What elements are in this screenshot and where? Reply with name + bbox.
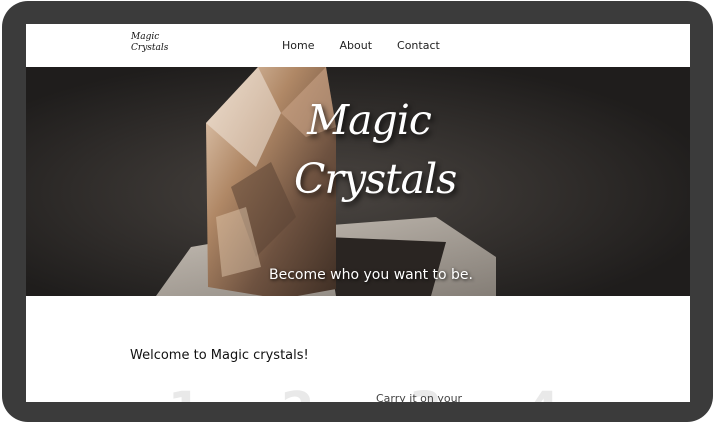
brand-line1: Magic xyxy=(131,32,160,42)
nav-home-link[interactable]: Home xyxy=(282,39,314,52)
nav-menu: Home About Contact xyxy=(282,39,440,52)
step-number-1: 1 xyxy=(168,382,201,402)
brand-line2: Crystals xyxy=(131,43,169,53)
welcome-heading: Welcome to Magic crystals! xyxy=(130,348,309,363)
website-screen: Magic Crystals Home About Contact Magic … xyxy=(26,24,690,402)
step-number-2: 2 xyxy=(281,382,314,402)
device-mockup: Magic Crystals Home About Contact Magic … xyxy=(0,0,715,423)
nav-about-link[interactable]: About xyxy=(339,39,372,52)
feature-text: Carry it on your xyxy=(376,392,463,402)
hero-title-line1: Magic xyxy=(307,96,432,144)
nav-contact-link[interactable]: Contact xyxy=(397,39,440,52)
brand-logo[interactable]: Magic Crystals xyxy=(131,32,171,54)
step-number-4: 4 xyxy=(526,382,559,402)
top-navigation: Magic Crystals Home About Contact xyxy=(26,24,690,67)
hero-title: Magic Crystals xyxy=(294,91,457,209)
main-content: Welcome to Magic crystals! 1 2 3 4 Carry… xyxy=(26,296,690,402)
hero-title-line2: Crystals xyxy=(294,155,457,203)
hero-subtitle: Become who you want to be. xyxy=(269,267,473,283)
hero-banner: Magic Crystals Become who you want to be… xyxy=(26,67,690,296)
